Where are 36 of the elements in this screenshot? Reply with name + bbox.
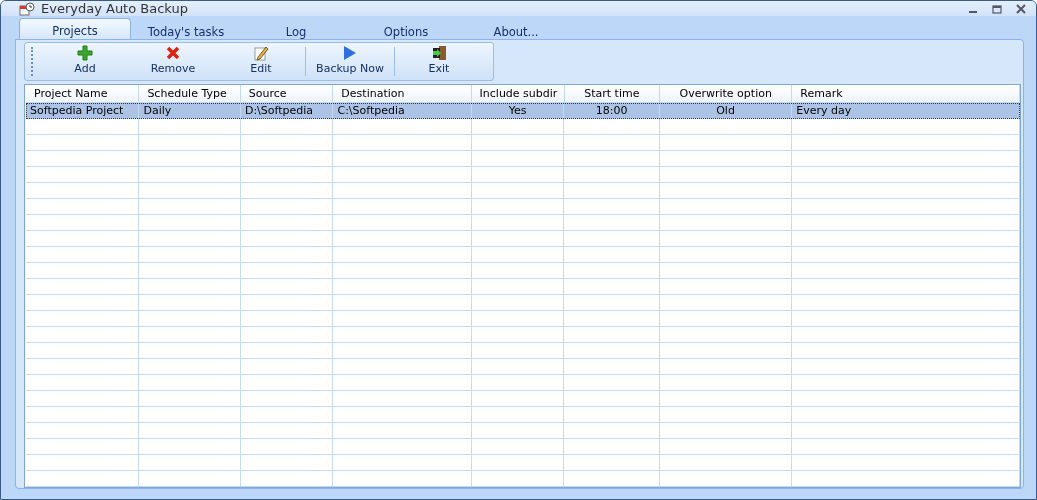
table-cell: 18:00 — [564, 103, 660, 118]
table-row[interactable]: Softpedia Project Daily D:\Softpedia C:\Softpedia Yes 18:00 Old Every day — [26, 103, 1020, 119]
tab[interactable]: Options — [351, 18, 461, 39]
tab[interactable]: Today's tasks — [131, 18, 241, 39]
backup-now-button[interactable]: Backup Now — [306, 43, 394, 80]
door-exit-icon — [431, 45, 447, 61]
add-button[interactable]: Add — [41, 43, 129, 80]
cross-icon — [166, 45, 180, 61]
tab[interactable]: Projects — [19, 18, 131, 39]
plus-icon — [77, 45, 93, 61]
table-cell: Softpedia Project — [26, 103, 140, 118]
column-header[interactable]: Overwrite option — [660, 85, 793, 102]
tab[interactable]: Log — [241, 18, 351, 39]
calendar-clock-icon — [19, 1, 35, 16]
tab[interactable]: About... — [461, 18, 571, 39]
table-cell: Yes — [471, 103, 565, 118]
table-cell: Every day — [792, 103, 1020, 118]
edit-button[interactable]: Edit — [217, 43, 305, 80]
table-cell: C:\Softpedia — [333, 103, 472, 118]
column-header[interactable]: Source — [240, 85, 334, 102]
table-cell: Old — [659, 103, 793, 118]
column-header[interactable]: Start time — [564, 85, 661, 102]
remove-button[interactable]: Remove — [129, 43, 217, 80]
play-icon — [343, 45, 357, 61]
maximize-icon[interactable] — [992, 3, 1002, 14]
table-cell: Daily — [139, 103, 241, 118]
table-cell: D:\Softpedia — [240, 103, 334, 118]
column-header[interactable]: Destination — [333, 85, 472, 102]
column-header[interactable]: Remark — [792, 85, 1020, 102]
column-header[interactable]: Include subdir — [471, 85, 565, 102]
column-header[interactable]: Schedule Type — [139, 85, 241, 102]
window-title: Everyday Auto Backup — [41, 1, 188, 16]
pencil-icon — [253, 45, 269, 61]
close-icon[interactable] — [1016, 3, 1026, 14]
column-header[interactable]: Project Name — [26, 85, 140, 102]
exit-button[interactable]: Exit — [395, 43, 483, 80]
